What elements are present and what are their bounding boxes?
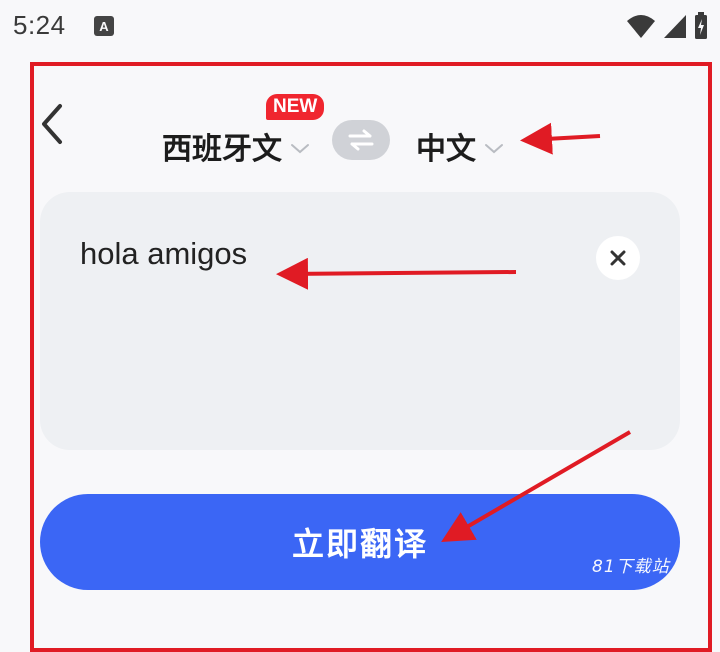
target-language-selector[interactable]: 中文 (416, 124, 504, 168)
chevron-down-icon (485, 144, 503, 154)
clear-input-button[interactable] (596, 236, 640, 280)
wifi-icon (627, 15, 655, 38)
translate-now-button[interactable]: 立即翻译 (40, 494, 680, 590)
close-icon (610, 250, 626, 266)
status-icons (626, 12, 708, 40)
status-time: 5:24 (13, 10, 66, 40)
source-language-selector[interactable]: 西班牙文 (162, 124, 310, 168)
chevron-down-icon (291, 144, 309, 154)
app-notification-icon: A (94, 16, 114, 36)
battery-icon (695, 12, 707, 39)
source-text-input[interactable]: hola amigos (40, 192, 680, 450)
signal-icon (664, 15, 686, 38)
target-language-label: 中文 (416, 132, 476, 167)
status-bar: 5:24 A (0, 0, 720, 56)
watermark-text: 81下载站 (592, 557, 670, 577)
source-text-value: hola amigos (80, 236, 248, 271)
swap-arrows-icon (348, 129, 374, 151)
swap-languages-button[interactable] (332, 120, 390, 160)
source-language-label: 西班牙文 (162, 132, 282, 167)
